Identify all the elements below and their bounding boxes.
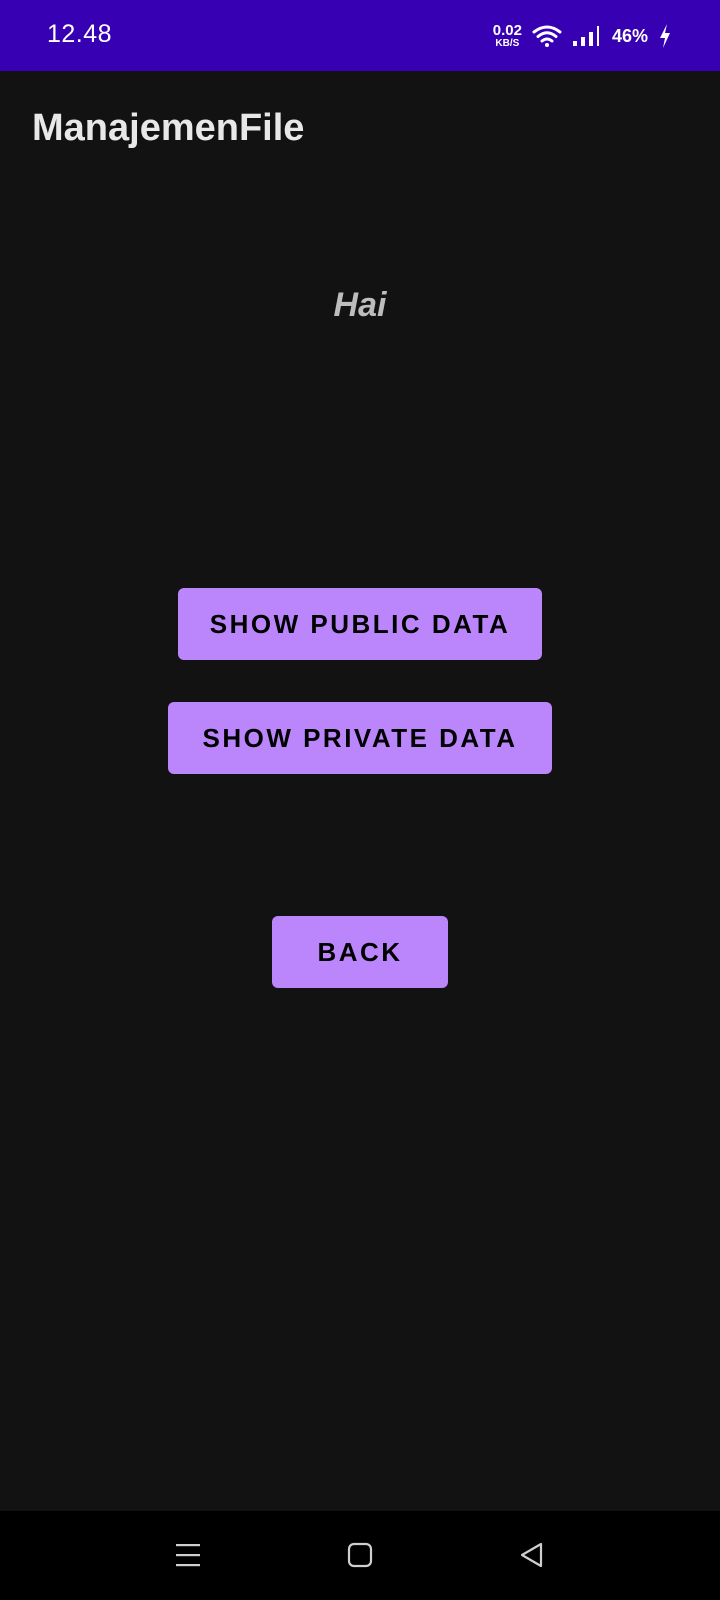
app-bar: ManajemenFile xyxy=(0,71,720,189)
network-speed: 0.02 KB/S xyxy=(493,23,522,49)
show-private-data-button[interactable]: SHOW PRIVATE DATA xyxy=(168,702,552,774)
app-title: ManajemenFile xyxy=(32,107,305,149)
show-public-data-button[interactable]: SHOW PUBLIC DATA xyxy=(178,588,542,660)
greeting-text: Hai xyxy=(333,286,387,324)
status-icons: 0.02 KB/S 46% xyxy=(493,18,672,54)
status-bar: 12.48 0.02 KB/S 46% xyxy=(0,0,720,71)
battery-level: 46% xyxy=(611,25,648,46)
status-time: 12.48 xyxy=(47,20,113,48)
navigation-bar xyxy=(0,1511,720,1600)
network-speed-value: 0.02 xyxy=(492,22,522,39)
recent-apps-icon[interactable] xyxy=(168,1535,208,1575)
screen: 12.48 0.02 KB/S 46% ManajemenFile Hai SH… xyxy=(0,0,720,1600)
battery-charging-icon xyxy=(658,23,672,49)
wifi-icon xyxy=(532,24,562,48)
signal-icon xyxy=(572,25,602,47)
network-speed-unit: KB/S xyxy=(495,38,520,49)
back-button[interactable]: BACK xyxy=(272,916,448,988)
home-icon[interactable] xyxy=(340,1535,380,1575)
back-icon[interactable] xyxy=(512,1535,552,1575)
